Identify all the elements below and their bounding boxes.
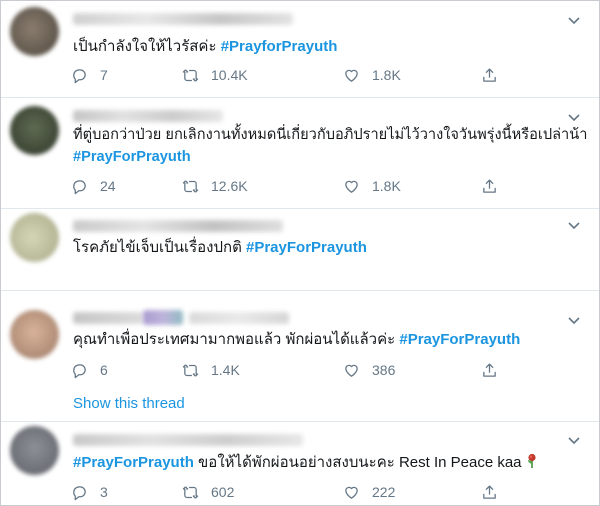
- retweet-count: 10.4K: [211, 67, 248, 83]
- like-count: 222: [372, 484, 396, 500]
- reply-button[interactable]: 6: [71, 360, 108, 380]
- like-icon: [345, 486, 358, 499]
- username-redacted: [73, 13, 293, 25]
- caret-down-icon[interactable]: [567, 13, 581, 27]
- like-button[interactable]: 222: [343, 482, 395, 502]
- tweet-text: #PrayForPrayuth ขอให้ได้พักผ่อนอย่างสงบน…: [73, 452, 575, 474]
- share-button[interactable]: [481, 482, 510, 502]
- username-redacted: [73, 220, 283, 232]
- tweet-3[interactable]: โรคภัยไข้เจ็บเป็นเรื่องปกติ #PrayForPray…: [1, 209, 599, 291]
- retweet-icon: [182, 68, 199, 82]
- share-icon: [483, 362, 496, 377]
- tweet-text: เป็นกำลังใจให้ไวรัสค่ะ #PrayforPrayuth: [73, 36, 575, 58]
- tweet-actions: 3 602 222: [71, 482, 501, 502]
- tweet-actions: 24 12.6K 1.8K: [71, 176, 501, 196]
- retweet-button[interactable]: 1.4K: [182, 360, 240, 380]
- wilted-rose-icon: [527, 453, 536, 468]
- like-icon: [345, 364, 358, 377]
- tweet-actions: 6 1.4K 386: [71, 360, 501, 380]
- avatar[interactable]: [10, 213, 59, 262]
- hashtag-link[interactable]: #PrayForPrayuth: [246, 239, 367, 256]
- caret-down-icon[interactable]: [567, 218, 581, 232]
- retweet-button[interactable]: 10.4K: [182, 65, 248, 85]
- tweet-text: คุณทำเพื่อประเทศมามากพอแล้ว พักผ่อนได้แล…: [73, 329, 575, 351]
- username-redacted: [73, 434, 303, 446]
- share-icon: [483, 484, 496, 499]
- hashtag-link[interactable]: #PrayForPrayuth: [73, 454, 194, 471]
- like-count: 386: [372, 362, 396, 378]
- tweet-text-body: เป็นกำลังใจให้ไวรัสค่ะ: [73, 38, 221, 55]
- retweet-icon: [182, 363, 199, 377]
- handle-redacted: [189, 312, 289, 324]
- avatar[interactable]: [10, 7, 59, 56]
- hashtag-link[interactable]: #PrayforPrayuth: [221, 38, 338, 55]
- share-button[interactable]: [481, 65, 510, 85]
- retweet-count: 1.4K: [211, 362, 240, 378]
- reply-icon: [73, 179, 86, 194]
- share-icon: [483, 178, 496, 193]
- share-button[interactable]: [481, 176, 510, 196]
- tweet-text: โรคภัยไข้เจ็บเป็นเรื่องปกติ #PrayForPray…: [73, 237, 575, 259]
- reply-count: 24: [100, 178, 116, 194]
- caret-down-icon[interactable]: [567, 313, 581, 327]
- like-count: 1.8K: [372, 178, 401, 194]
- reply-button[interactable]: 7: [71, 65, 108, 85]
- retweet-count: 12.6K: [211, 178, 248, 194]
- like-button[interactable]: 1.8K: [343, 176, 401, 196]
- reply-button[interactable]: 24: [71, 176, 116, 196]
- reply-icon: [73, 485, 86, 500]
- tweet-5[interactable]: #PrayForPrayuth ขอให้ได้พักผ่อนอย่างสงบน…: [1, 422, 599, 505]
- retweet-button[interactable]: 12.6K: [182, 176, 248, 196]
- like-button[interactable]: 386: [343, 360, 395, 380]
- retweet-icon: [182, 485, 199, 499]
- show-thread-link[interactable]: Show this thread: [73, 395, 185, 412]
- share-button[interactable]: [481, 360, 510, 380]
- reply-button[interactable]: 3: [71, 482, 108, 502]
- share-icon: [483, 67, 496, 82]
- retweet-count: 602: [211, 484, 235, 500]
- tweet-actions: 7 10.4K 1.8K: [71, 65, 501, 85]
- reply-count: 7: [100, 67, 108, 83]
- reply-count: 6: [100, 362, 108, 378]
- reply-icon: [73, 68, 86, 83]
- tweet-4[interactable]: คุณทำเพื่อประเทศมามากพอแล้ว พักผ่อนได้แล…: [1, 291, 599, 422]
- avatar[interactable]: [10, 310, 59, 359]
- like-count: 1.8K: [372, 67, 401, 83]
- like-button[interactable]: 1.8K: [343, 65, 401, 85]
- avatar[interactable]: [10, 106, 59, 155]
- caret-down-icon[interactable]: [567, 433, 581, 447]
- tweet-text-body: ที่ตู่บอกว่าป่วย ยกเลิกงานทั้งหมดนี่เกี่…: [73, 127, 588, 143]
- tweet-1[interactable]: เป็นกำลังใจให้ไวรัสค่ะ #PrayforPrayuth 7…: [1, 1, 599, 98]
- caret-down-icon[interactable]: [567, 110, 581, 124]
- like-icon: [345, 69, 358, 82]
- avatar[interactable]: [10, 426, 59, 475]
- reply-count: 3: [100, 484, 108, 500]
- tweet-text-body: ขอให้ได้พักผ่อนอย่างสงบนะคะ Rest In Peac…: [193, 454, 522, 471]
- username-redacted: [73, 312, 143, 324]
- reply-icon: [73, 363, 86, 378]
- username-redacted: [73, 110, 223, 122]
- retweet-button[interactable]: 602: [182, 482, 234, 502]
- tweet-text-body: คุณทำเพื่อประเทศมามากพอแล้ว พักผ่อนได้แล…: [73, 331, 400, 348]
- username-emoji-redacted: [143, 310, 183, 325]
- tweet-2[interactable]: ที่ตู่บอกว่าป่วย ยกเลิกงานทั้งหมดนี่เกี่…: [1, 98, 599, 209]
- timeline: เป็นกำลังใจให้ไวรัสค่ะ #PrayforPrayuth 7…: [0, 0, 600, 506]
- retweet-icon: [182, 179, 199, 193]
- tweet-text: ที่ตู่บอกว่าป่วย ยกเลิกงานทั้งหมดนี่เกี่…: [73, 124, 588, 168]
- like-icon: [345, 180, 358, 193]
- hashtag-link[interactable]: #PrayForPrayuth: [73, 146, 575, 168]
- hashtag-link[interactable]: #PrayForPrayuth: [399, 331, 520, 348]
- tweet-text-body: โรคภัยไข้เจ็บเป็นเรื่องปกติ: [73, 239, 246, 256]
